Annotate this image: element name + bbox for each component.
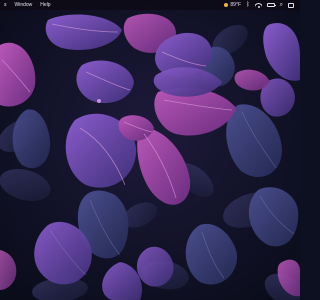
wallpaper-purple-leaves [0, 0, 300, 300]
control-center-icon[interactable] [288, 2, 294, 8]
menu-bar-status: 89°F ᛒ ⌕ [224, 0, 300, 10]
desktop: s Window Help 89°F ᛒ ⌕ [0, 0, 300, 300]
sun-icon [224, 3, 229, 7]
bluetooth-icon[interactable]: ᛒ [246, 0, 250, 10]
menu-bar: s Window Help 89°F ᛒ ⌕ [0, 0, 300, 10]
menu-help[interactable]: Help [36, 0, 54, 10]
battery-icon[interactable] [266, 3, 276, 7]
weather-temp: 89°F [230, 2, 242, 8]
menu-bar-left: s Window Help [0, 0, 55, 10]
menu-window[interactable]: Window [11, 0, 37, 10]
search-icon[interactable]: ⌕ [280, 0, 283, 10]
menu-app[interactable]: s [0, 0, 11, 10]
wifi-icon[interactable] [254, 2, 262, 8]
weather-widget[interactable]: 89°F [224, 2, 241, 8]
